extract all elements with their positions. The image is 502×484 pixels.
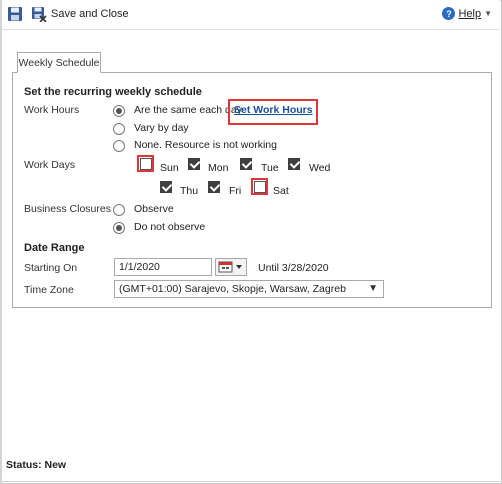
question-circle-icon: ? xyxy=(442,7,456,20)
work-hours-label: Work Hours xyxy=(24,104,80,116)
floppy-disk-icon[interactable] xyxy=(7,6,23,22)
help-menu[interactable]: ? Help ▼ xyxy=(442,7,492,20)
radio-same-each-day[interactable] xyxy=(113,105,125,117)
time-zone-select[interactable]: (GMT+01:00) Sarajevo, Skopje, Warsaw, Za… xyxy=(114,280,384,298)
tab-weekly-schedule[interactable]: Weekly Schedule xyxy=(17,52,101,73)
until-date-text: Until 3/28/2020 xyxy=(258,262,329,274)
calendar-icon xyxy=(218,261,242,273)
day-label-sun: Sun xyxy=(160,162,179,174)
option-observe: Observe xyxy=(134,203,174,215)
day-label-fri: Fri xyxy=(229,185,242,197)
save-close-icon[interactable] xyxy=(31,6,47,23)
starting-on-input[interactable]: 1/1/2020 xyxy=(114,258,212,276)
checkbox-thu[interactable] xyxy=(160,181,172,193)
radio-not-working[interactable] xyxy=(113,140,125,152)
set-work-hours-link[interactable]: Set Work Hours xyxy=(234,104,313,116)
starting-on-label: Starting On xyxy=(24,262,78,274)
day-label-mon: Mon xyxy=(208,162,229,174)
day-label-wed: Wed xyxy=(309,162,331,174)
schedule-section-title: Set the recurring weekly schedule xyxy=(24,86,202,98)
time-zone-value: (GMT+01:00) Sarajevo, Skopje, Warsaw, Za… xyxy=(119,283,346,295)
checkbox-tue[interactable] xyxy=(240,158,252,170)
day-label-tue: Tue xyxy=(261,162,279,174)
footer-divider xyxy=(2,481,500,482)
save-close-button[interactable]: Save and Close xyxy=(51,8,129,20)
checkbox-mon[interactable] xyxy=(188,158,200,170)
checkbox-sun[interactable] xyxy=(140,158,152,170)
record-status: Status: New xyxy=(6,459,67,471)
checkbox-wed[interactable] xyxy=(288,158,300,170)
tab-label: Weekly Schedule xyxy=(18,56,100,69)
help-label: Help xyxy=(458,7,482,20)
date-range-title: Date Range xyxy=(24,242,85,254)
day-label-sat: Sat xyxy=(273,185,289,197)
option-same-each-day: Are the same each day xyxy=(134,104,242,116)
radio-do-not-observe[interactable] xyxy=(113,222,125,234)
calendar-picker-button[interactable] xyxy=(215,258,247,276)
day-label-thu: Thu xyxy=(180,185,199,197)
toolbar: Save and Close ? Help ▼ xyxy=(2,0,500,30)
option-vary-by-day: Vary by day xyxy=(134,122,189,134)
chevron-down-icon: ▼ xyxy=(484,9,492,18)
business-closures-label: Business Closures xyxy=(24,203,111,215)
option-not-working: None. Resource is not working xyxy=(134,139,277,151)
checkbox-sat[interactable] xyxy=(254,181,266,193)
work-days-label: Work Days xyxy=(24,159,76,171)
option-do-not-observe: Do not observe xyxy=(134,221,206,233)
radio-vary-by-day[interactable] xyxy=(113,123,125,135)
radio-observe[interactable] xyxy=(113,204,125,216)
time-zone-label: Time Zone xyxy=(24,284,74,296)
checkbox-fri[interactable] xyxy=(208,181,220,193)
chevron-down-icon: ▼ xyxy=(368,283,378,294)
